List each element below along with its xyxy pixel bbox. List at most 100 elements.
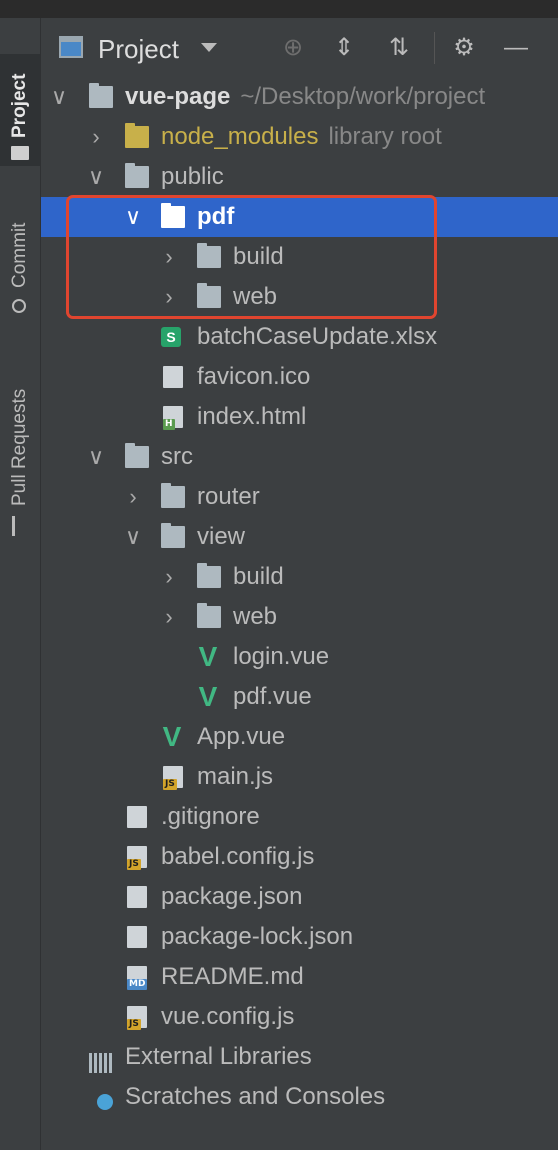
tree-node-web[interactable]: › web	[41, 277, 558, 317]
chevron-right-icon[interactable]: ›	[159, 557, 179, 597]
tree-node-package-lock-json[interactable]: package-lock.json	[41, 917, 558, 957]
tree-node-pdf[interactable]: ∨ pdf	[41, 197, 558, 237]
folder-icon	[197, 243, 221, 268]
tree-node-package-json[interactable]: package.json	[41, 877, 558, 917]
tree-node-label: vue.config.js	[161, 1003, 295, 1030]
folder-icon	[89, 83, 113, 108]
collapse-all-icon[interactable]: ⇅	[385, 34, 413, 62]
tree-node-label: package-lock.json	[161, 923, 354, 950]
project-view-title[interactable]: Project	[98, 34, 179, 65]
js-file-icon: JS	[163, 766, 183, 790]
json-file-icon	[127, 886, 147, 908]
tree-node-router[interactable]: › router	[41, 477, 558, 517]
chevron-right-icon[interactable]: ›	[159, 277, 179, 317]
sidebar-tab-project[interactable]: Project	[0, 54, 40, 166]
minimize-icon[interactable]: —	[502, 34, 530, 62]
folder-icon	[161, 483, 185, 508]
tree-node-label: index.html	[197, 403, 307, 430]
tree-node-build[interactable]: › build	[41, 557, 558, 597]
tree-node-vue-config-js[interactable]: JS vue.config.js	[41, 997, 558, 1037]
tree-node-favicon-ico[interactable]: favicon.ico	[41, 357, 558, 397]
chevron-right-icon[interactable]: ›	[86, 117, 106, 157]
tree-node-babel-config-js[interactable]: JS babel.config.js	[41, 837, 558, 877]
chevron-down-icon[interactable]: ∨	[123, 517, 143, 557]
js-file-icon: JS	[127, 1006, 147, 1030]
tree-node-label: Scratches and Consoles	[125, 1083, 386, 1110]
tree-node-view[interactable]: ∨ view	[41, 517, 558, 557]
tree-node-readme-md[interactable]: MD README.md	[41, 957, 558, 997]
tree-node-label: login.vue	[233, 643, 330, 670]
scratches-icon	[87, 1084, 115, 1112]
tree-node-label: favicon.ico	[197, 363, 311, 390]
library-folder-icon	[125, 123, 149, 148]
sidebar-tab-label: Pull Requests	[9, 388, 30, 506]
tree-node-label: App.vue	[197, 723, 286, 750]
tree-node-label: build	[233, 563, 284, 590]
js-badge: JS	[127, 1019, 141, 1030]
tree-node-batchcaseupdate-xlsx[interactable]: S batchCaseUpdate.xlsx	[41, 317, 558, 357]
tree-node-text: node_modules library root	[161, 117, 442, 157]
chevron-down-icon[interactable]	[201, 43, 217, 52]
vue-file-icon: V	[162, 721, 182, 752]
chevron-right-icon[interactable]: ›	[123, 477, 143, 517]
gear-icon[interactable]: ⚙	[450, 34, 478, 62]
tree-node-gitignore[interactable]: .gitignore	[41, 797, 558, 837]
tree-node-hint: library root	[328, 123, 442, 150]
spreadsheet-badge: S	[161, 327, 181, 347]
tree-node-public[interactable]: ∨ public	[41, 157, 558, 197]
tree-node-label: main.js	[197, 763, 274, 790]
tree-node-label: package.json	[161, 883, 303, 910]
folder-icon	[161, 523, 185, 548]
tree-node-pdf-vue[interactable]: V pdf.vue	[41, 677, 558, 717]
folder-icon	[197, 563, 221, 588]
tree-node-label: view	[197, 523, 246, 550]
tree-node-src[interactable]: ∨ src	[41, 437, 558, 477]
folder-icon	[161, 203, 185, 228]
json-file-icon	[127, 926, 147, 948]
vue-file-icon: V	[198, 641, 218, 672]
tree-node-web[interactable]: › web	[41, 597, 558, 637]
folder-icon	[197, 283, 221, 308]
tree-node-external-libraries[interactable]: External Libraries	[41, 1037, 558, 1077]
js-file-icon: JS	[127, 846, 147, 870]
chevron-down-icon[interactable]: ∨	[86, 437, 106, 477]
sidebar-tab-pull-requests[interactable]: Pull Requests	[0, 358, 40, 543]
tree-node-hint: ~/Desktop/work/project	[240, 83, 486, 110]
chevron-right-icon[interactable]: ›	[159, 237, 179, 277]
title-strip	[0, 0, 558, 18]
locate-icon[interactable]: ⊕	[279, 34, 307, 62]
tree-node-node-modules[interactable]: › node_modules library root	[41, 117, 558, 157]
chevron-down-icon[interactable]: ∨	[86, 157, 106, 197]
tree-node-main-js[interactable]: JS main.js	[41, 757, 558, 797]
expand-all-icon[interactable]: ⇕	[330, 34, 358, 62]
sidebar-tab-commit[interactable]: Commit	[0, 198, 40, 326]
md-badge: MD	[127, 979, 148, 990]
tree-node-index-html[interactable]: H index.html	[41, 397, 558, 437]
tree-node-login-vue[interactable]: V login.vue	[41, 637, 558, 677]
tree-node-scratches-and-consoles[interactable]: Scratches and Consoles	[41, 1077, 558, 1117]
tree-node-app-vue[interactable]: V App.vue	[41, 717, 558, 757]
tree-node-vue-page[interactable]: ∨ vue-page ~/Desktop/work/project	[41, 77, 558, 117]
pull-request-icon	[12, 516, 27, 536]
sidebar-tab-label: Project	[9, 73, 30, 138]
tree-node-label: External Libraries	[125, 1043, 312, 1070]
tree-node-label: build	[233, 243, 284, 270]
tree-node-label: .gitignore	[161, 803, 260, 830]
chevron-down-icon[interactable]: ∨	[123, 197, 143, 237]
markdown-file-icon: MD	[127, 966, 148, 990]
tool-window-sidebar: Project Commit Pull Requests	[0, 18, 41, 1150]
tree-node-label: batchCaseUpdate.xlsx	[197, 323, 438, 350]
project-toolbar: Project ⊕ ⇕ ⇅ ⚙ —	[41, 18, 558, 76]
vue-file-icon: V	[198, 681, 218, 712]
tree-node-label: pdf	[197, 203, 235, 230]
folder-icon	[197, 603, 221, 628]
sidebar-tab-label: Commit	[9, 222, 30, 288]
chevron-down-icon[interactable]: ∨	[49, 77, 69, 117]
tree-node-build[interactable]: › build	[41, 237, 558, 277]
tree-node-label: web	[233, 603, 278, 630]
tree-node-label: node_modules	[161, 123, 319, 150]
js-badge: JS	[163, 779, 177, 790]
js-badge: JS	[127, 859, 141, 870]
chevron-right-icon[interactable]: ›	[159, 597, 179, 637]
tree-node-label: router	[197, 483, 260, 510]
